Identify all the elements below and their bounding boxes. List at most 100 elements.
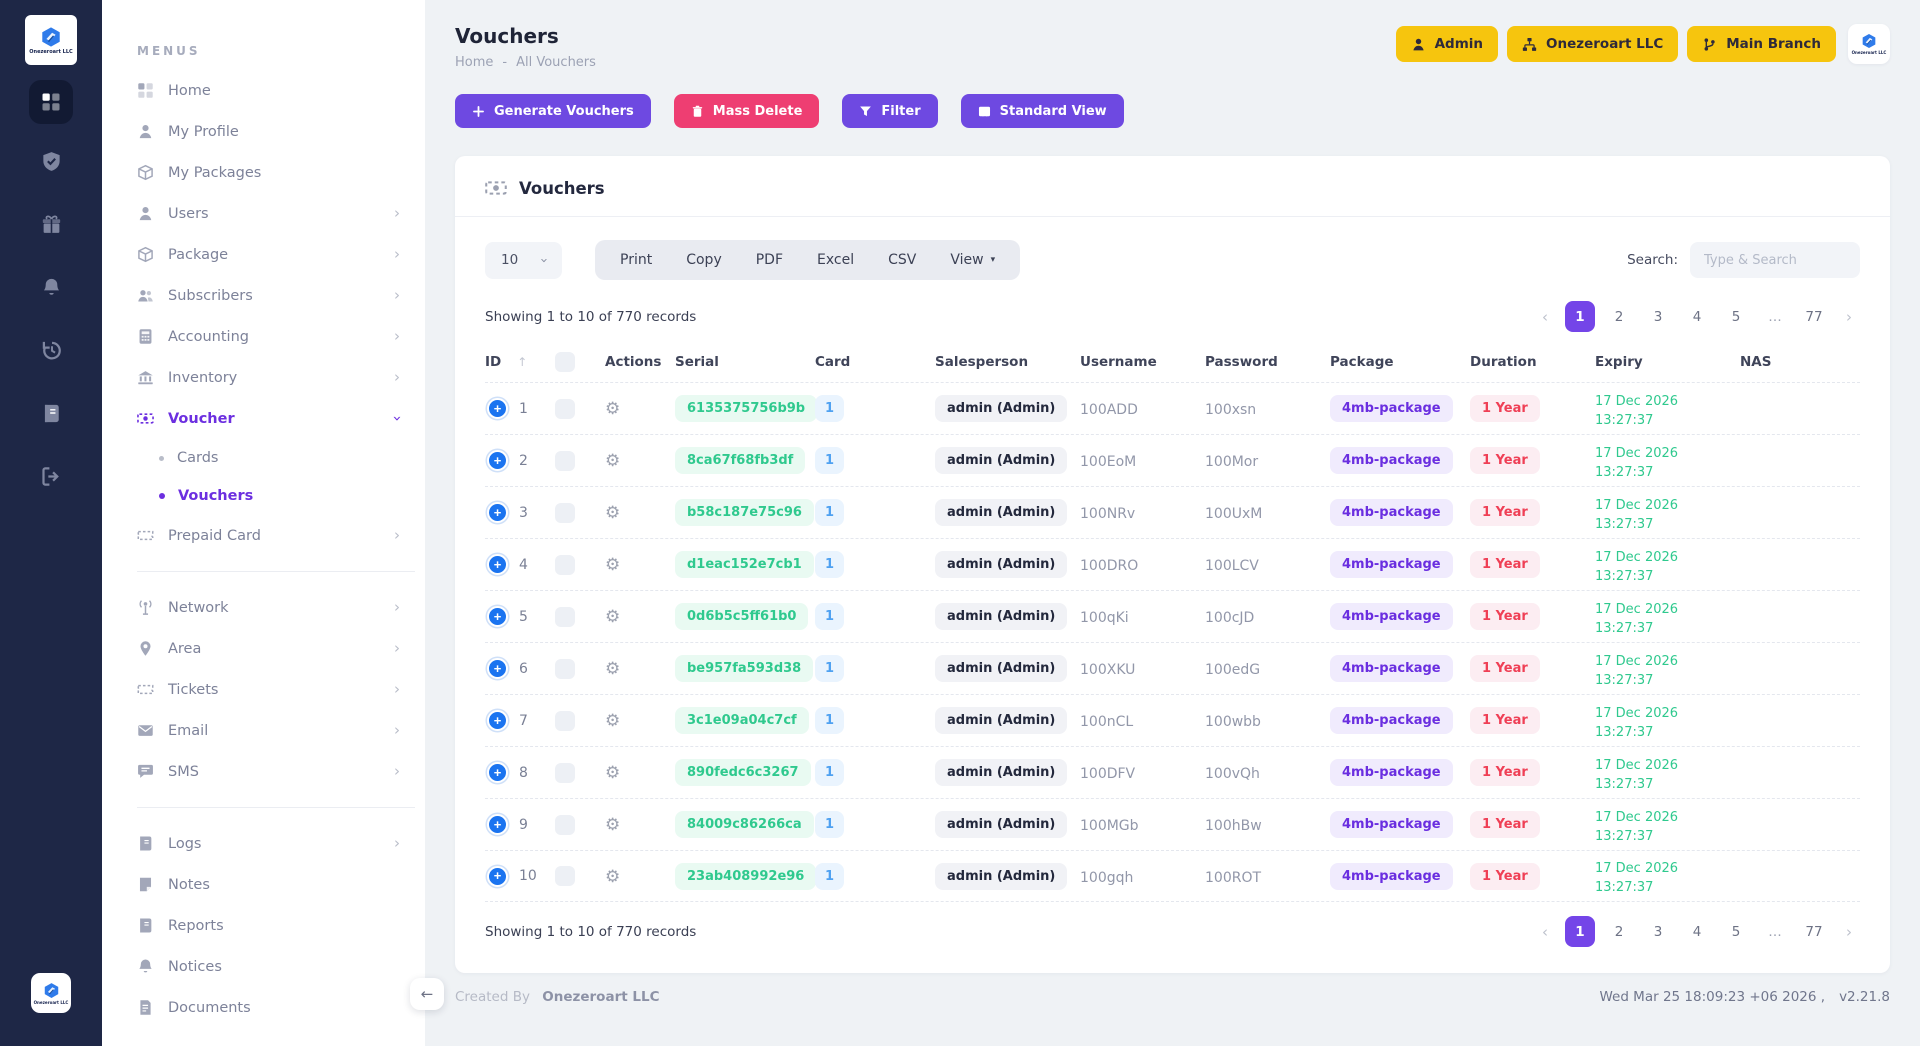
view-dropdown-button[interactable]: View▾ [933,252,1012,268]
pagination-page-5[interactable]: 5 [1721,916,1751,947]
expand-row-button[interactable]: + [487,710,508,731]
created-by-company[interactable]: Onezeroart LLC [542,989,659,1005]
sidebar-item-tickets[interactable]: Tickets› [102,669,425,710]
export-csv-button[interactable]: CSV [871,252,933,268]
row-checkbox[interactable] [555,607,575,627]
export-print-button[interactable]: Print [603,252,669,268]
sidebar-item-email[interactable]: Email› [102,710,425,751]
page-size-select[interactable]: 10 › [485,242,562,279]
row-checkbox[interactable] [555,866,575,886]
pagination-page-4[interactable]: 4 [1682,301,1712,332]
pagination-page-2[interactable]: 2 [1604,916,1634,947]
row-checkbox[interactable] [555,451,575,471]
pagination-prev[interactable]: ‹ [1534,308,1556,326]
pagination-page-77[interactable]: 77 [1799,301,1829,332]
sidebar-item-sms[interactable]: SMS› [102,751,425,792]
history-icon[interactable] [41,340,62,365]
pagination-prev[interactable]: ‹ [1534,923,1556,941]
sidebar-item-subscribers[interactable]: Subscribers› [102,275,425,316]
pagination-page-3[interactable]: 3 [1643,301,1673,332]
row-checkbox[interactable] [555,711,575,731]
gear-icon[interactable]: ⚙ [605,451,620,471]
sidebar-item-my-packages[interactable]: My Packages [102,152,425,193]
brand-logo[interactable]: Onezeroart LLC [25,15,77,65]
search-input[interactable] [1690,242,1860,278]
row-checkbox[interactable] [555,763,575,783]
filter-button[interactable]: Filter [842,94,937,128]
sidebar-item-notices[interactable]: Notices [102,946,425,987]
package: 4mb-package [1330,551,1453,578]
sidebar-item-home[interactable]: Home [102,70,425,111]
expand-row-button[interactable]: + [487,502,508,523]
gear-icon[interactable]: ⚙ [605,659,620,679]
pagination-page-3[interactable]: 3 [1643,916,1673,947]
sidebar-item-logs[interactable]: Logs› [102,823,425,864]
pagination-page-1[interactable]: 1 [1565,916,1595,947]
sidebar-item-documents[interactable]: Documents [102,987,425,1028]
pagination-page-77[interactable]: 77 [1799,916,1829,947]
admin-button[interactable]: Admin [1396,26,1498,62]
export-copy-button[interactable]: Copy [669,252,739,268]
gear-icon[interactable]: ⚙ [605,503,620,523]
gift-icon[interactable] [41,214,62,239]
row-checkbox[interactable] [555,399,575,419]
expand-row-button[interactable]: + [487,866,508,887]
pagination-next[interactable]: › [1838,923,1860,941]
gear-icon[interactable]: ⚙ [605,711,620,731]
expand-row-button[interactable]: + [487,658,508,679]
dashboard-icon[interactable] [29,80,73,124]
sidebar-item-accounting[interactable]: Accounting› [102,316,425,357]
expand-row-button[interactable]: + [487,814,508,835]
pagination-next[interactable]: › [1838,308,1860,326]
brand-logo-chip[interactable]: Onezeroart LLC [1848,24,1890,64]
sidebar-item-reports[interactable]: Reports [102,905,425,946]
main-branch-button[interactable]: Main Branch [1687,26,1836,62]
sidebar-item-vouchers[interactable]: Vouchers [102,477,425,515]
breadcrumb-home[interactable]: Home [455,55,493,70]
pagination-page-4[interactable]: 4 [1682,916,1712,947]
shield-check-icon[interactable] [41,151,62,176]
sidebar-item-network[interactable]: Network› [102,587,425,628]
row-checkbox[interactable] [555,555,575,575]
gear-icon[interactable]: ⚙ [605,607,620,627]
sort-icon[interactable]: ↑ [517,355,527,369]
row-checkbox[interactable] [555,815,575,835]
export-excel-button[interactable]: Excel [800,252,871,268]
sidebar-item-notes[interactable]: Notes [102,864,425,905]
gear-icon[interactable]: ⚙ [605,815,620,835]
export-pdf-button[interactable]: PDF [739,252,800,268]
mass-delete-button[interactable]: Mass Delete [674,94,820,128]
sidebar-item-inventory[interactable]: Inventory› [102,357,425,398]
bell-icon[interactable] [41,277,62,302]
onezeroart-llc-button[interactable]: Onezeroart LLC [1507,26,1678,62]
sidebar-item-package[interactable]: Package› [102,234,425,275]
gear-icon[interactable]: ⚙ [605,763,620,783]
row-checkbox[interactable] [555,503,575,523]
sidebar-item-users[interactable]: Users› [102,193,425,234]
sidebar-item-prepaid-card[interactable]: Prepaid Card› [102,515,425,556]
standard-view-button[interactable]: Standard View [961,94,1124,128]
expand-row-button[interactable]: + [487,762,508,783]
generate-vouchers-button[interactable]: Generate Vouchers [455,94,651,128]
gear-icon[interactable]: ⚙ [605,555,620,575]
expand-row-button[interactable]: + [487,554,508,575]
sidebar-item-my-profile[interactable]: My Profile [102,111,425,152]
sidebar-item-voucher[interactable]: Voucher› [102,398,425,439]
cell-card: 1 [815,499,935,526]
expand-row-button[interactable]: + [487,606,508,627]
row-checkbox[interactable] [555,659,575,679]
sidebar-item-cards[interactable]: Cards [102,439,425,477]
gear-icon[interactable]: ⚙ [605,867,620,887]
pagination-page-5[interactable]: 5 [1721,301,1751,332]
sidebar-collapse-button[interactable]: ← [410,978,444,1010]
select-all-checkbox[interactable] [555,352,575,372]
expand-row-button[interactable]: + [487,450,508,471]
logout-icon[interactable] [41,466,62,491]
journal-icon[interactable] [41,403,62,428]
gear-icon[interactable]: ⚙ [605,399,620,419]
sidebar-item-area[interactable]: Area› [102,628,425,669]
pagination-page-2[interactable]: 2 [1604,301,1634,332]
brand-logo-bottom[interactable]: Onezeroart LLC [31,973,71,1013]
pagination-page-1[interactable]: 1 [1565,301,1595,332]
expand-row-button[interactable]: + [487,398,508,419]
